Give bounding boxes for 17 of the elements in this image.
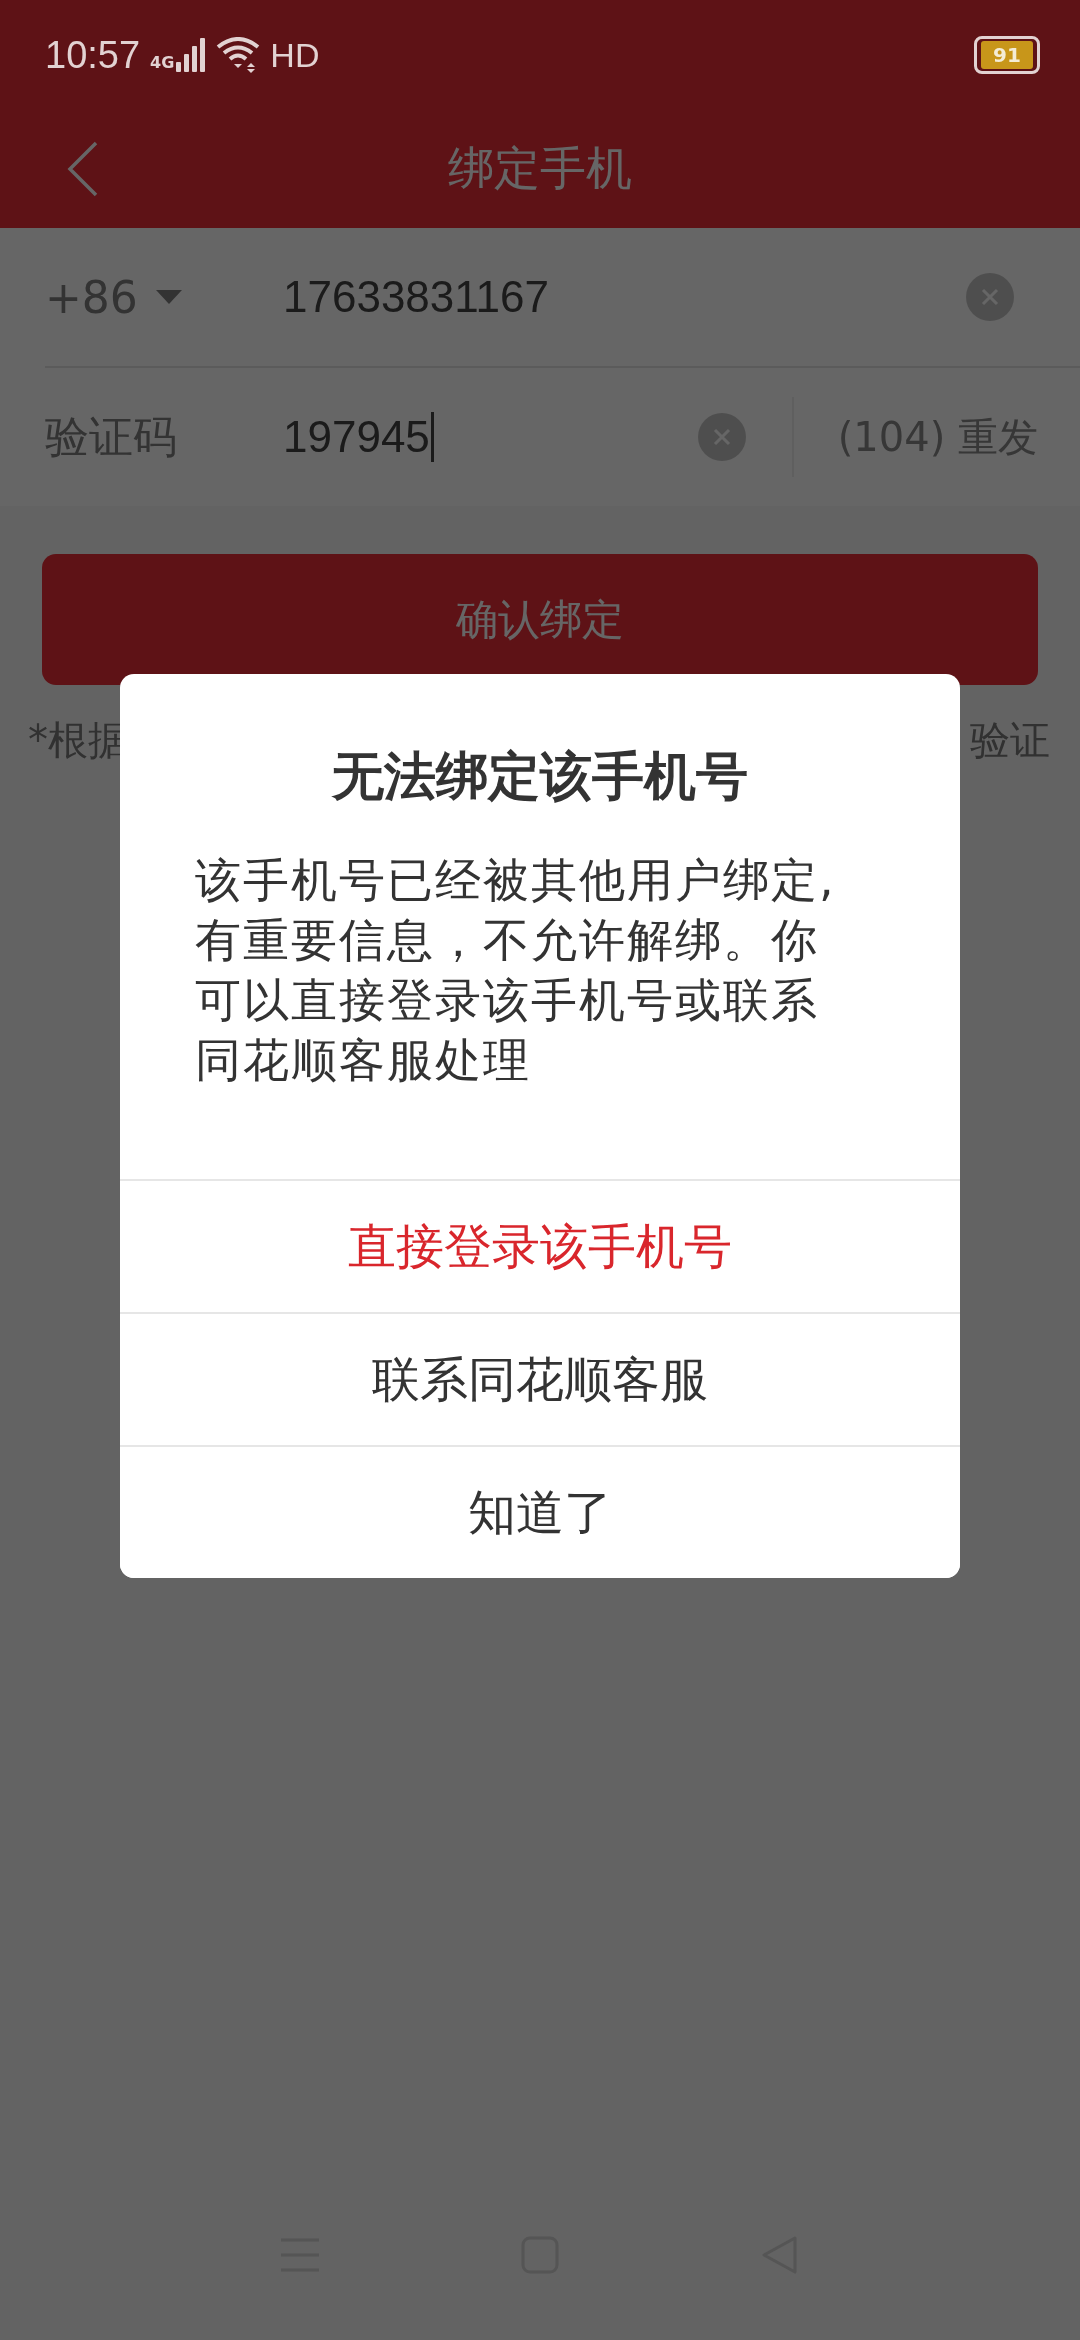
battery-icon: 91: [974, 36, 1040, 74]
code-field[interactable]: 197945: [283, 412, 434, 462]
hd-indicator: HD: [270, 35, 320, 75]
dialog-message: 该手机号已经被其他用户绑定,有重要信息，不允许解绑。你可以直接登录该手机号或联系同花顺客服处理: [194, 852, 837, 1089]
signal-icon: [176, 38, 207, 72]
wifi-icon: [216, 37, 261, 73]
confirm-button[interactable]: 确认绑定: [42, 554, 1038, 685]
clear-icon[interactable]: [966, 273, 1014, 321]
page-title: 绑定手机: [448, 140, 632, 197]
back-icon[interactable]: [66, 141, 100, 197]
dialog-action[interactable]: 知道了: [120, 1445, 960, 1578]
status-time: 10:57: [45, 33, 141, 77]
clear-icon[interactable]: [697, 413, 746, 461]
network-type: 4G: [150, 53, 175, 72]
phone-field[interactable]: 17633831167: [283, 272, 549, 321]
dialog-title: 无法绑定该手机号: [330, 745, 749, 808]
dropdown-icon[interactable]: [155, 290, 182, 304]
